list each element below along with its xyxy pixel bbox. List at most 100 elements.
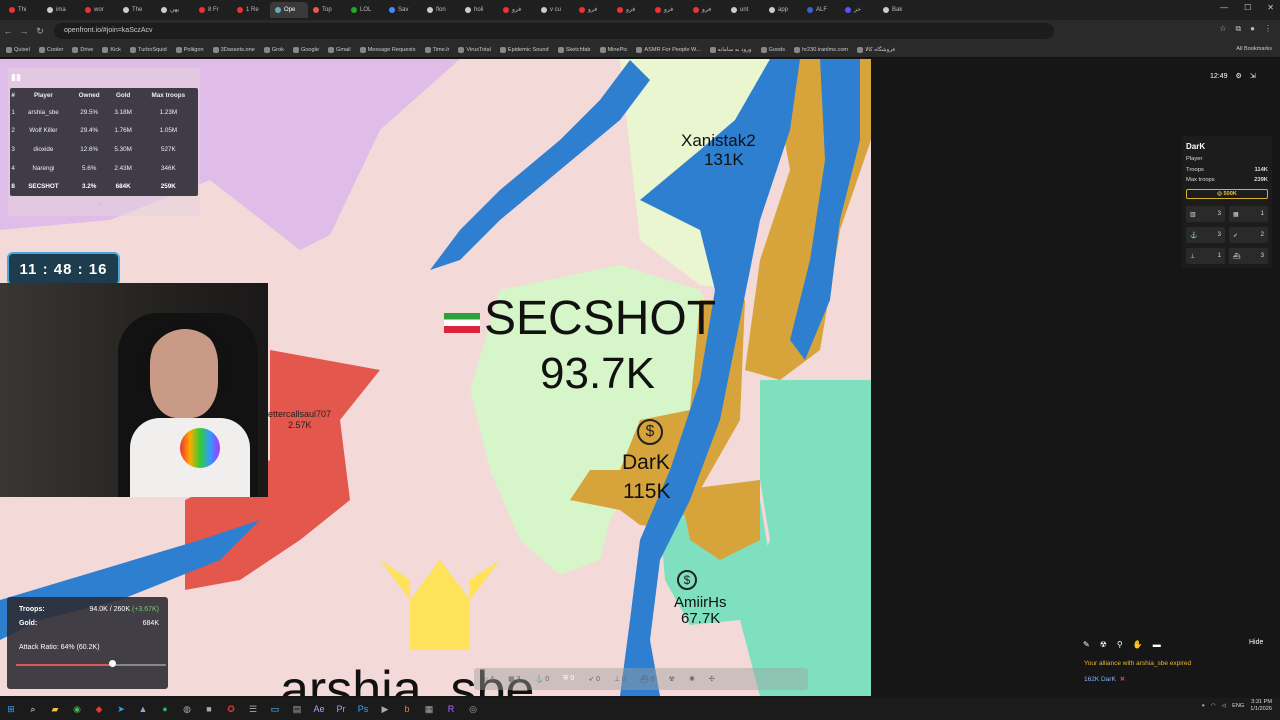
app-icon[interactable]: ■ bbox=[198, 704, 220, 714]
nuke-icon[interactable]: ☢ bbox=[1100, 640, 1107, 649]
app-icon[interactable]: ▦ bbox=[418, 704, 440, 715]
bookmark-item[interactable]: Grok bbox=[263, 46, 284, 53]
browser-tab[interactable]: ALF bbox=[802, 2, 840, 18]
leaderboard-row[interactable]: 4 Narengi 5.6% 2.43M 346K bbox=[10, 159, 198, 178]
all-bookmarks-button[interactable]: All Bookmarks bbox=[1236, 46, 1272, 52]
back-icon[interactable]: ← bbox=[0, 26, 16, 36]
chrome-icon[interactable]: ◉ bbox=[66, 704, 88, 715]
browser-tab[interactable]: فرو bbox=[574, 2, 612, 18]
maximize-icon[interactable]: ☐ bbox=[1244, 3, 1251, 12]
app-icon[interactable]: R bbox=[440, 704, 462, 714]
browser-tab[interactable]: flon bbox=[422, 2, 460, 18]
extensions-icon[interactable]: ⧉ bbox=[1235, 24, 1241, 34]
taskbar-clock[interactable]: 3:31 PM 1/1/2026 bbox=[1250, 699, 1272, 713]
leaderboard-row[interactable]: 3 dioxide 12.6% 5.30M 527K bbox=[10, 140, 198, 159]
leaderboard-row[interactable]: 1 arshia_sbe 29.5% 3.18M 1.23M bbox=[10, 103, 198, 122]
windows-start-icon[interactable]: ⊞ bbox=[0, 704, 22, 715]
bookmark-item[interactable]: Time.lr bbox=[424, 46, 449, 53]
missile-icon[interactable]: ➶ 0 bbox=[588, 675, 600, 683]
bookmark-item[interactable]: Kick bbox=[102, 46, 121, 53]
bookmark-item[interactable]: Epidemic Sound bbox=[499, 46, 549, 53]
minimize-icon[interactable]: — bbox=[1220, 3, 1228, 12]
settings-icon[interactable]: ⚙ bbox=[1236, 72, 1242, 80]
hide-button[interactable]: Hide bbox=[1249, 639, 1263, 646]
bookmark-item[interactable]: فروشگاه کالا bbox=[857, 46, 895, 53]
browser-tab[interactable]: wor bbox=[80, 2, 118, 18]
attack-ratio-knob[interactable] bbox=[109, 660, 116, 667]
app-icon[interactable]: ◆ bbox=[88, 704, 110, 715]
tray-icon[interactable]: ● bbox=[1202, 703, 1205, 709]
leaderboard-row[interactable]: 8 SECSHOT 3.2% 684K 259K bbox=[10, 177, 198, 196]
chat-icon[interactable]: ▬ bbox=[1153, 640, 1161, 649]
alliance-icon[interactable]: ✋ bbox=[1133, 640, 1143, 649]
warship-icon[interactable]: ⛴ 0 bbox=[640, 675, 655, 683]
bookmark-item[interactable]: TurboSquid bbox=[129, 46, 167, 53]
bookmark-item[interactable]: Google bbox=[292, 46, 319, 53]
leaderboard-row[interactable]: 2 Wolf Killer 29.4% 1.76M 1.05M bbox=[10, 122, 198, 141]
browser-tab[interactable]: Ope bbox=[270, 2, 308, 18]
app-icon[interactable]: ▤ bbox=[286, 704, 308, 715]
star-icon[interactable]: ☆ bbox=[1219, 24, 1226, 34]
bookmark-item[interactable]: Cooler bbox=[38, 46, 63, 53]
app-icon[interactable]: ◎ bbox=[462, 704, 484, 715]
close-icon[interactable]: ✕ bbox=[1120, 675, 1125, 683]
leaderboard-header[interactable]: Owned bbox=[71, 88, 108, 103]
browser-tab[interactable]: holi bbox=[460, 2, 498, 18]
city-icon[interactable]: ⌂ 4 bbox=[484, 676, 494, 683]
browser-tab[interactable]: فرو bbox=[612, 2, 650, 18]
premiere-icon[interactable]: Pr bbox=[330, 704, 352, 714]
browser-tab[interactable]: Sav bbox=[384, 2, 422, 18]
leaderboard-expand-icon[interactable]: + bbox=[98, 201, 102, 208]
url-input[interactable]: openfront.io/#join=kaSczAcv bbox=[54, 23, 1054, 39]
leaderboard-header[interactable]: Max troops bbox=[139, 88, 198, 103]
leaderboard-header[interactable]: Player bbox=[16, 88, 70, 103]
browser-tab[interactable]: 8 Fr bbox=[194, 2, 232, 18]
sam-icon[interactable]: ⊥ 0 bbox=[614, 675, 626, 683]
defense-icon[interactable]: ⛨ 0 bbox=[563, 675, 574, 683]
spotify-icon[interactable]: ● bbox=[154, 704, 176, 714]
factory-icon[interactable]: ▦ 3 bbox=[508, 675, 520, 683]
target-icon[interactable]: ⚲ bbox=[1117, 640, 1123, 649]
alliance-request[interactable]: 162K DarK ✕ bbox=[1084, 675, 1125, 684]
wifi-icon[interactable]: ◠ bbox=[1211, 703, 1216, 709]
browser-tab[interactable]: پهن bbox=[156, 2, 194, 18]
bookmark-item[interactable]: ASMR For People W... bbox=[636, 46, 701, 53]
browser-tab[interactable]: LOL bbox=[346, 2, 384, 18]
reload-icon[interactable]: ↻ bbox=[32, 26, 48, 37]
browser-tab[interactable]: Thi bbox=[4, 2, 42, 18]
browser-tab[interactable]: 1 Re bbox=[232, 2, 270, 18]
app-icon[interactable]: ▶ bbox=[374, 704, 396, 715]
browser-tab[interactable]: فرو bbox=[650, 2, 688, 18]
bookmark-item[interactable]: MinePic bbox=[599, 46, 627, 53]
bookmark-item[interactable]: Poliigon bbox=[175, 46, 204, 53]
app-icon[interactable]: ☰ bbox=[242, 704, 264, 715]
bookmark-item[interactable]: Sketchfab bbox=[557, 46, 591, 53]
browser-tab[interactable]: فرو bbox=[688, 2, 726, 18]
bookmark-item[interactable]: 3Dassets.one bbox=[212, 46, 255, 53]
browser-tab[interactable]: خر bbox=[840, 2, 878, 18]
file-explorer-icon[interactable]: ▰ bbox=[44, 704, 66, 715]
leaderboard-header[interactable]: Gold bbox=[108, 88, 139, 103]
search-icon[interactable]: ⌕ bbox=[22, 704, 44, 715]
bookmark-item[interactable]: Message Requests bbox=[359, 46, 416, 53]
bookmark-item[interactable]: ورود به سامانه bbox=[709, 46, 752, 53]
mirv-icon[interactable]: ✣ bbox=[709, 675, 715, 683]
volume-icon[interactable]: ◁ bbox=[1222, 703, 1226, 709]
bookmark-item[interactable]: Goods bbox=[760, 46, 785, 53]
browser-tab[interactable]: app bbox=[764, 2, 802, 18]
pencil-icon[interactable]: ✎ bbox=[1083, 640, 1090, 649]
bookmark-item[interactable]: Quixel bbox=[6, 46, 30, 53]
browser-tab[interactable]: unt bbox=[726, 2, 764, 18]
blender-icon[interactable]: b bbox=[396, 704, 418, 714]
browser-tab[interactable]: فرو bbox=[498, 2, 536, 18]
photoshop-icon[interactable]: Ps bbox=[352, 704, 374, 714]
close-window-icon[interactable]: ✕ bbox=[1267, 3, 1274, 12]
bookmark-item[interactable]: Drive bbox=[72, 46, 93, 53]
forward-icon[interactable]: → bbox=[16, 26, 32, 36]
leaderboard-toggle-icon[interactable]: ▮▮ bbox=[11, 72, 21, 83]
after-effects-icon[interactable]: Ae bbox=[308, 704, 330, 714]
browser-tab[interactable]: Bak bbox=[878, 2, 916, 18]
port-icon[interactable]: ⚓ 0 bbox=[535, 675, 550, 683]
browser-tab[interactable]: v cu bbox=[536, 2, 574, 18]
app-icon[interactable]: ▭ bbox=[264, 704, 286, 715]
